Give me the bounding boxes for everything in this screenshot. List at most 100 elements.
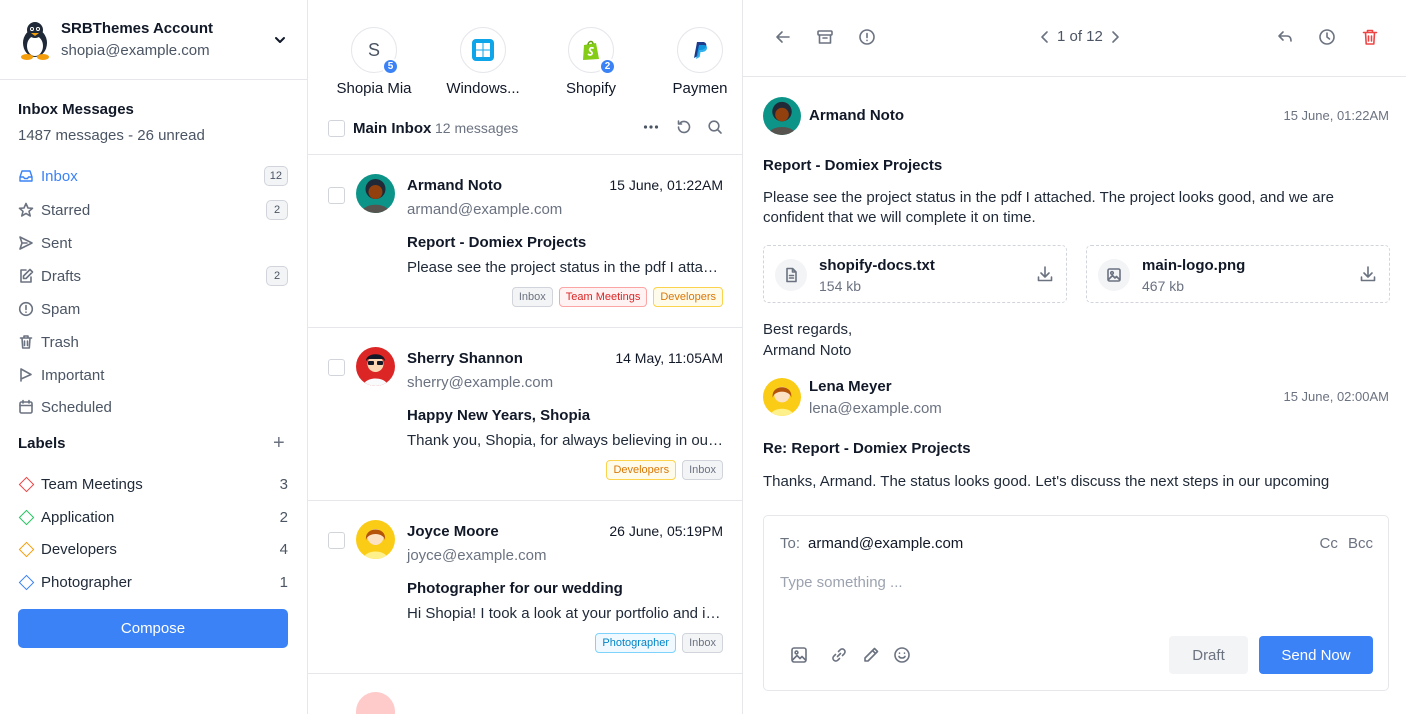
inbox-icon (19, 170, 33, 182)
contact-name: Windows... (446, 80, 520, 97)
message-row[interactable]: Armand Noto 15 June, 01:22AM armand@exam… (308, 155, 742, 328)
detail-toolbar: 1 of 12 (743, 0, 1406, 77)
draft-button[interactable]: Draft (1169, 636, 1248, 674)
message-date: 26 June, 05:19PM (609, 523, 723, 539)
label-item-team-meetings[interactable]: Team Meetings 3 (18, 471, 288, 497)
attachment-card[interactable]: main-logo.png 467 kb (1086, 245, 1390, 303)
sidebar-item-label: Sent (41, 234, 72, 252)
send-icon (19, 236, 33, 250)
reply-icon[interactable] (1276, 28, 1294, 46)
diamond-icon (18, 509, 35, 525)
sidebar-item-sent[interactable]: Sent (18, 230, 288, 256)
row-checkbox[interactable] (328, 532, 345, 549)
message-email: joyce@example.com (407, 547, 547, 564)
avatar: 2 (568, 27, 616, 75)
row-checkbox[interactable] (328, 359, 345, 376)
avatar: S 5 (351, 27, 399, 75)
avatar (356, 174, 395, 213)
compose-button[interactable]: Compose (18, 609, 288, 648)
sidebar-item-important[interactable]: Important (18, 362, 288, 388)
message-preview: Thank you, Shopia, for always believing … (407, 432, 724, 449)
search-icon[interactable] (707, 119, 723, 135)
detail-body: Please see the project status in the pdf… (763, 189, 1334, 226)
sidebar-item-spam[interactable]: Spam (18, 296, 288, 322)
link-icon[interactable] (830, 646, 848, 664)
reply-composer: To: armand@example.com Cc Bcc Draft Send… (763, 515, 1389, 691)
attachment-name: shopify-docs.txt (819, 257, 935, 274)
contact-name: Paymen (672, 80, 728, 97)
more-icon[interactable] (643, 119, 659, 135)
labels-heading: Labels (18, 435, 66, 452)
sidebar-item-drafts[interactable]: Drafts 2 (18, 263, 288, 289)
to-field[interactable]: armand@example.com (808, 535, 963, 552)
clock-icon[interactable] (1318, 28, 1336, 46)
tag-developers: Developers (606, 460, 677, 480)
delete-icon[interactable] (1361, 28, 1379, 46)
sidebar-item-starred[interactable]: Starred 2 (18, 197, 288, 223)
windows-icon (472, 39, 494, 61)
count-badge: 2 (266, 200, 288, 220)
contact-name: Shopify (565, 80, 617, 97)
back-arrow-icon[interactable] (774, 28, 792, 46)
sidebar-item-trash[interactable]: Trash (18, 329, 288, 355)
alert-circle-icon (18, 301, 34, 317)
detail-subject: Report - Domiex Projects (763, 157, 943, 174)
chevron-left-icon[interactable] (1039, 30, 1051, 44)
message-subject: Happy New Years, Shopia (407, 407, 591, 424)
contact-paypal[interactable]: Paymen (650, 27, 742, 97)
contact-shopify[interactable]: 2 Shopify (541, 27, 641, 97)
add-label-button[interactable]: + (273, 433, 285, 453)
sidebar-item-label: Inbox (41, 167, 78, 185)
image-upload-icon[interactable] (790, 646, 808, 664)
sidebar-item-label: Important (41, 366, 105, 384)
tag-list: Photographer Inbox (595, 633, 723, 653)
email-app: SRBThemes Account shopia@example.com Inb… (0, 0, 1406, 714)
chevron-down-icon[interactable] (272, 32, 288, 48)
message-row[interactable]: Joyce Moore 26 June, 05:19PM joyce@examp… (308, 501, 742, 674)
message-input[interactable] (780, 574, 1370, 614)
archive-icon[interactable] (816, 28, 834, 46)
tag-photographer: Photographer (595, 633, 677, 653)
contact-shopia-mia[interactable]: S 5 Shopia Mia (324, 27, 424, 97)
message-sender: Joyce Moore (407, 523, 499, 540)
label-item-application[interactable]: Application 2 (18, 504, 288, 530)
reply-email: lena@example.com (809, 400, 942, 417)
paypal-icon (694, 42, 708, 59)
message-row[interactable]: Sherry Shannon 14 May, 11:05AM sherry@ex… (308, 328, 742, 501)
cc-bcc-toggle[interactable]: Cc Bcc (1319, 535, 1373, 552)
select-all-checkbox[interactable] (328, 120, 345, 137)
sidebar-item-scheduled[interactable]: Scheduled (18, 394, 288, 420)
account-switcher[interactable]: SRBThemes Account shopia@example.com (0, 0, 307, 80)
pen-icon[interactable] (862, 646, 880, 664)
attachment-size: 154 kb (819, 278, 862, 294)
trash-icon (19, 335, 33, 349)
inbox-summary: 1487 messages - 26 unread (18, 127, 205, 144)
message-subject: Photographer for our wedding (407, 580, 623, 597)
sidebar: SRBThemes Account shopia@example.com Inb… (0, 0, 308, 714)
tag-list: Developers Inbox (606, 460, 723, 480)
chevron-right-icon[interactable] (1109, 30, 1121, 44)
row-checkbox[interactable] (328, 187, 345, 204)
reply-subject: Re: Report - Domiex Projects (763, 440, 971, 457)
contact-windows[interactable]: Windows... (433, 27, 533, 97)
list-title: Main Inbox (353, 120, 432, 137)
emoji-icon[interactable] (893, 646, 911, 664)
info-icon[interactable] (858, 28, 876, 46)
list-count: 12 messages (435, 120, 519, 136)
download-icon[interactable] (1359, 265, 1377, 283)
inbox-heading: Inbox Messages (18, 101, 134, 118)
send-button[interactable]: Send Now (1259, 636, 1373, 674)
message-sender: Sherry Shannon (407, 350, 523, 367)
refresh-icon[interactable] (676, 119, 692, 135)
reply-date: 15 June, 02:00AM (1283, 389, 1389, 404)
message-sender: Armand Noto (407, 177, 502, 194)
sidebar-item-label: Spam (41, 300, 81, 318)
sidebar-item-inbox[interactable]: Inbox 12 (18, 163, 288, 189)
label-item-developers[interactable]: Developers 4 (18, 536, 288, 562)
label-item-photographer[interactable]: Photographer 1 (18, 569, 288, 595)
attachment-card[interactable]: shopify-docs.txt 154 kb (763, 245, 1067, 303)
download-icon[interactable] (1036, 265, 1054, 283)
label-count: 1 (279, 573, 288, 591)
label-count: 3 (279, 475, 288, 493)
signoff-line: Best regards, (763, 321, 853, 338)
